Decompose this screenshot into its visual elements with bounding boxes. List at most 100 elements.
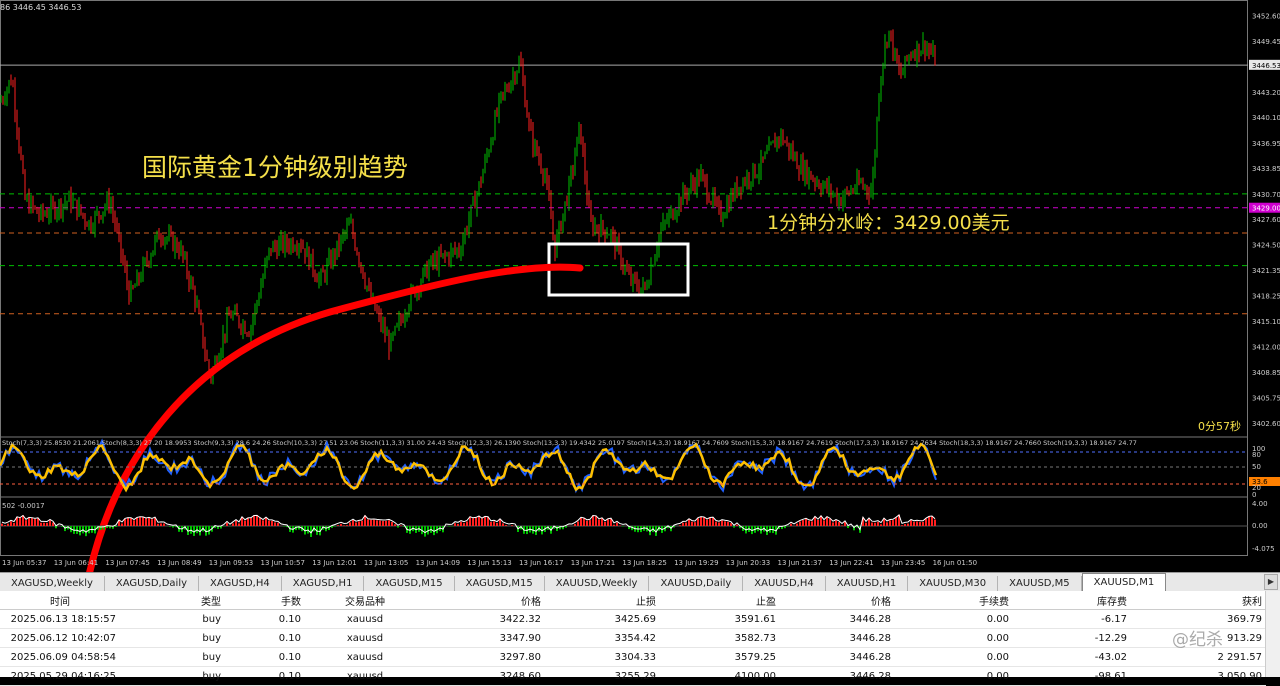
chart-annotation-level: 1分钟分水岭：3429.00美元 — [767, 212, 1010, 234]
price-axis-label: 3402.60 — [1252, 420, 1280, 428]
chart-tab[interactable]: XAGUSD,M15 — [364, 576, 455, 592]
stoch-axis-label: 80 — [1252, 451, 1261, 459]
table-cell: xauusd — [305, 628, 425, 648]
table-cell: 2 291.57 — [1131, 647, 1266, 667]
price-axis-label: 3424.50 — [1252, 241, 1280, 249]
table-cell: 3579.25 — [660, 647, 780, 667]
table-cell: 4100.00 — [660, 666, 780, 686]
price-axis-label: 3452.60 — [1252, 12, 1280, 20]
price-axis-label: 3446.53 — [1252, 62, 1280, 70]
chart-tab[interactable]: XAUUSD,M1 — [1081, 573, 1167, 592]
chart-tab[interactable]: XAGUSD,H4 — [199, 576, 282, 592]
price-axis-label: 3421.35 — [1252, 267, 1280, 275]
price-axis-label: 3412.00 — [1252, 343, 1280, 351]
table-cell: 0.00 — [895, 647, 1013, 667]
price-chart[interactable]: 3452.60 3449.45 3446.53 3443.20 3440.10 3436.… — [0, 0, 1280, 572]
table-cell: 0.00 — [895, 666, 1013, 686]
table-cell: xauusd — [305, 609, 425, 629]
table-scrollbar[interactable] — [1265, 591, 1280, 677]
table-cell: 3446.28 — [780, 609, 895, 629]
chart-tab[interactable]: XAUUSD,M5 — [998, 576, 1082, 592]
time-axis-label: 13 Jun 05:37 — [2, 559, 46, 567]
table-row[interactable]: 2025.06.13 18:15:57 buy 0.10 xauusd 3422.32 3… — [0, 609, 1266, 629]
table-header: 时间 类型 手数 交易品种 价格 止损 止盈 价格 手续费 库存费 获利 — [0, 591, 1266, 610]
table-cell: buy — [120, 609, 225, 629]
time-axis-label: 13 Jun 09:53 — [209, 559, 253, 567]
chart-tab[interactable]: XAUUSD,H1 — [825, 576, 909, 592]
chart-tab[interactable]: XAGUSD,M15 — [454, 576, 545, 592]
table-cell: 3297.80 — [425, 647, 545, 667]
time-axis-label: 13 Jun 19:29 — [674, 559, 718, 567]
table-cell: buy — [120, 647, 225, 667]
time-axis-label: 13 Jun 07:45 — [105, 559, 149, 567]
table-cell: xauusd — [305, 647, 425, 667]
column-header[interactable]: 手数 — [225, 591, 305, 610]
macd-axis-label: 0.00 — [1252, 522, 1268, 530]
chart-tab[interactable]: XAGUSD,H1 — [281, 576, 365, 592]
column-header[interactable]: 获利 — [1131, 591, 1266, 610]
column-header[interactable]: 库存费 — [1013, 591, 1131, 610]
table-cell: 0.10 — [225, 609, 305, 629]
chart-tab[interactable]: XAUUSD,H4 — [743, 576, 826, 592]
table-cell: buy — [120, 628, 225, 648]
time-axis-label: 13 Jun 17:21 — [571, 559, 615, 567]
table-cell: 3347.90 — [425, 628, 545, 648]
chart-tab[interactable]: XAUUSD,M30 — [908, 576, 999, 592]
chart-tab[interactable]: XAUUSD,Daily — [649, 576, 744, 592]
price-axis-label: 3430.70 — [1252, 191, 1280, 199]
table-cell: -6.17 — [1013, 609, 1131, 629]
time-axis-label: 13 Jun 12:01 — [312, 559, 356, 567]
column-header[interactable]: 交易品种 — [305, 591, 425, 610]
watermark: @纪杀 — [1172, 630, 1223, 650]
macd-axis-label: -4.075 — [1252, 545, 1275, 553]
chart-tab[interactable]: XAGUSD,Daily — [104, 576, 200, 592]
macd-header: 502 -0.0017 — [2, 502, 45, 510]
table-cell: 3 050.90 — [1131, 666, 1266, 686]
table-cell: 0.10 — [225, 628, 305, 648]
tab-scroll-right-icon[interactable]: ▶ — [1264, 574, 1278, 590]
chart-annotation-title: 国际黄金1分钟级别趋势 — [142, 153, 408, 182]
table-cell: 2025.06.09 04:58:54 — [0, 647, 120, 667]
time-axis-label: 13 Jun 14:09 — [416, 559, 460, 567]
column-header[interactable]: 手续费 — [895, 591, 1013, 610]
table-cell: 0.00 — [895, 609, 1013, 629]
column-header[interactable]: 类型 — [120, 591, 225, 610]
price-axis-label: 3427.60 — [1252, 216, 1280, 224]
table-cell: 2025.06.12 10:42:07 — [0, 628, 120, 648]
table-cell: 3446.28 — [780, 666, 895, 686]
time-axis-label: 13 Jun 21:37 — [778, 559, 822, 567]
macd-signal-line — [1, 514, 936, 534]
column-header[interactable]: 止盈 — [660, 591, 780, 610]
table-cell: 3304.33 — [545, 647, 660, 667]
table-row[interactable]: 2025.06.09 04:58:54 buy 0.10 xauusd 3297.80 3… — [0, 647, 1266, 667]
table-cell: 3248.60 — [425, 666, 545, 686]
stoch-header: Stoch(7,3,3) 25.8530 21.2061 Stoch(8,3,3… — [2, 439, 1137, 447]
table-cell: 2025.05.29 04:16:25 — [0, 666, 120, 686]
column-header[interactable]: 价格 — [780, 591, 895, 610]
column-header[interactable]: 价格 — [425, 591, 545, 610]
table-cell: 3446.28 — [780, 647, 895, 667]
positions-table: 时间 类型 手数 交易品种 价格 止损 止盈 价格 手续费 库存费 获利 2025.06.13 18… — [0, 591, 1280, 686]
column-header[interactable]: 时间 — [0, 591, 120, 610]
time-axis-label: 13 Jun 16:17 — [519, 559, 563, 567]
table-row[interactable]: 2025.06.12 10:42:07 buy 0.10 xauusd 3347.90 3… — [0, 628, 1266, 648]
table-cell: 0.10 — [225, 647, 305, 667]
table-cell: buy — [120, 666, 225, 686]
time-axis-label: 13 Jun 10:57 — [261, 559, 305, 567]
price-axis-label: 3418.25 — [1252, 292, 1280, 300]
time-axis-label: 13 Jun 08:49 — [157, 559, 201, 567]
macd-axis-label: 4.00 — [1252, 500, 1268, 508]
column-header[interactable]: 止损 — [545, 591, 660, 610]
chart-tab[interactable]: XAUUSD,Weekly — [544, 576, 650, 592]
bar-countdown: 0分57秒 — [1198, 420, 1241, 433]
chart-price-info: 86 3446.45 3446.53 — [0, 3, 82, 12]
table-cell: 0.10 — [225, 666, 305, 686]
price-axis-label: 3440.10 — [1252, 114, 1280, 122]
table-cell: 3591.61 — [660, 609, 780, 629]
chart-tab[interactable]: XAGUSD,Weekly — [0, 576, 105, 592]
table-cell: 3354.42 — [545, 628, 660, 648]
table-row[interactable]: 2025.05.29 04:16:25 buy 0.10 xauusd 3248.60 3… — [0, 666, 1266, 686]
time-axis-label: 13 Jun 18:25 — [622, 559, 666, 567]
time-axis-label: 13 Jun 15:13 — [467, 559, 511, 567]
table-cell: 3255.29 — [545, 666, 660, 686]
